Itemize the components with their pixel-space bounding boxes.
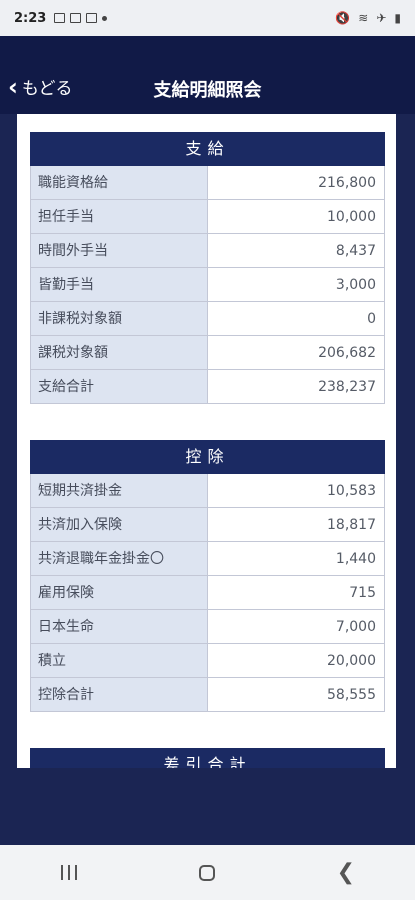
bottom-bar <box>0 768 415 845</box>
row-label: 控除合計 <box>31 678 208 711</box>
row-value: 238,237 <box>208 370 384 403</box>
more-notifications-icon <box>102 15 108 21</box>
table-row: 担任手当 10,000 <box>31 200 384 234</box>
row-value: 18,817 <box>208 508 384 541</box>
payments-header: 支給 <box>30 132 385 166</box>
row-value: 216,800 <box>208 166 384 199</box>
battery-icon: ▮ <box>394 11 401 25</box>
table-row: 日本生命 7,000 <box>31 610 384 644</box>
row-label: 支給合計 <box>31 370 208 403</box>
row-value: 8,437 <box>208 234 384 267</box>
row-label: 積立 <box>31 644 208 677</box>
table-row: 短期共済掛金 10,583 <box>31 474 384 508</box>
table-row: 共済加入保険 18,817 <box>31 508 384 542</box>
row-value: 10,583 <box>208 474 384 507</box>
row-value: 20,000 <box>208 644 384 677</box>
net-total-section: 差引合計 <box>30 748 385 768</box>
gallery-icon <box>86 13 98 23</box>
row-label: 時間外手当 <box>31 234 208 267</box>
row-value: 10,000 <box>208 200 384 233</box>
status-bar: 2:23 🔇 ≋ ✈ ▮ <box>0 0 415 36</box>
table-row: 控除合計 58,555 <box>31 678 384 712</box>
mute-icon: 🔇 <box>335 11 351 25</box>
table-row: 共済退職年金掛金〇 1,440 <box>31 542 384 576</box>
row-value: 7,000 <box>208 610 384 643</box>
row-value: 715 <box>208 576 384 609</box>
row-label: 課税対象額 <box>31 336 208 369</box>
row-label: 短期共済掛金 <box>31 474 208 507</box>
chevron-left-icon: ❮ <box>336 860 356 885</box>
row-value: 1,440 <box>208 542 384 575</box>
payslip-content[interactable]: 支給 職能資格給 216,800 担任手当 10,000 時間外手当 8,437 皆勤… <box>17 114 396 768</box>
status-time: 2:23 <box>14 10 47 26</box>
app-header: ‹ もどる 支給明細照会 <box>0 36 415 114</box>
row-label: 職能資格給 <box>31 166 208 199</box>
table-row: 職能資格給 216,800 <box>31 166 384 200</box>
system-icons: 🔇 ≋ ✈ ▮ <box>335 11 401 25</box>
page-title: 支給明細照会 <box>153 80 262 101</box>
deductions-header: 控除 <box>30 440 385 474</box>
row-label: 日本生命 <box>31 610 208 643</box>
row-label: 共済加入保険 <box>31 508 208 541</box>
table-row: 時間外手当 8,437 <box>31 234 384 268</box>
row-label: 雇用保険 <box>31 576 208 609</box>
table-row: 非課税対象額 0 <box>31 302 384 336</box>
table-row: 雇用保険 715 <box>31 576 384 610</box>
payments-table: 職能資格給 216,800 担任手当 10,000 時間外手当 8,437 皆勤手当 3… <box>30 166 385 404</box>
row-label: 共済退職年金掛金〇 <box>31 542 208 575</box>
image-icon <box>54 13 66 23</box>
row-value: 3,000 <box>208 268 384 301</box>
deductions-section: 控除 短期共済掛金 10,583 共済加入保険 18,817 共済退職年金掛金〇 1,… <box>30 440 385 712</box>
row-value: 0 <box>208 302 384 335</box>
table-row: 皆勤手当 3,000 <box>31 268 384 302</box>
mail-icon <box>70 13 82 23</box>
recent-apps-button[interactable] <box>39 853 99 893</box>
home-button[interactable] <box>177 853 237 893</box>
wifi-icon: ≋ <box>358 11 369 25</box>
table-row: 課税対象額 206,682 <box>31 336 384 370</box>
notification-icons <box>54 13 108 23</box>
deductions-table: 短期共済掛金 10,583 共済加入保険 18,817 共済退職年金掛金〇 1,440… <box>30 474 385 712</box>
payments-section: 支給 職能資格給 216,800 担任手当 10,000 時間外手当 8,437 皆勤… <box>30 132 385 404</box>
home-icon <box>199 864 216 881</box>
table-row: 積立 20,000 <box>31 644 384 678</box>
row-label: 非課税対象額 <box>31 302 208 335</box>
system-back-button[interactable]: ❮ <box>316 853 376 893</box>
row-label: 担任手当 <box>31 200 208 233</box>
row-label: 皆勤手当 <box>31 268 208 301</box>
net-total-header: 差引合計 <box>30 748 385 768</box>
table-row: 支給合計 238,237 <box>31 370 384 404</box>
row-value: 58,555 <box>208 678 384 711</box>
airplane-icon: ✈ <box>376 11 387 25</box>
recent-apps-icon <box>61 865 78 880</box>
system-nav-bar: ❮ <box>0 845 415 900</box>
row-value: 206,682 <box>208 336 384 369</box>
